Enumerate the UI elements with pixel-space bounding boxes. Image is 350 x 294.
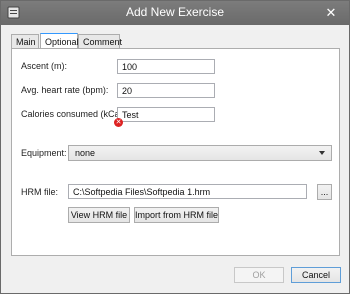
chevron-down-icon <box>319 151 325 155</box>
cancel-button[interactable]: Cancel <box>291 267 341 283</box>
hrm-file-field[interactable]: C:\Softpedia Files\Softpedia 1.hrm <box>68 184 307 199</box>
tab-main[interactable]: Main <box>11 34 39 48</box>
equipment-selected-value: none <box>75 148 96 158</box>
hrm-file-label: HRM file: <box>21 187 59 197</box>
browse-button[interactable]: ... <box>317 184 332 200</box>
calories-field[interactable]: Test <box>117 107 215 122</box>
ok-button[interactable]: OK <box>234 267 284 283</box>
close-icon[interactable]: ✕ <box>323 5 339 20</box>
ascent-label: Ascent (m): <box>21 61 68 71</box>
dialog-window: Add New Exercise ✕ Main Optional Comment… <box>0 0 350 294</box>
tab-comment[interactable]: Comment <box>78 34 122 48</box>
tab-optional[interactable]: Optional <box>40 33 79 49</box>
ascent-field[interactable]: 100 <box>117 59 215 74</box>
error-icon: ✕ <box>114 118 123 127</box>
view-hrm-button[interactable]: View HRM file <box>68 207 130 223</box>
window-title: Add New Exercise <box>125 5 225 19</box>
import-hrm-button[interactable]: Import from HRM file <box>134 207 219 223</box>
calories-label: Calories consumed (kCal): <box>21 109 128 119</box>
tab-panel-optional: Ascent (m): 100 Avg. heart rate (bpm): 2… <box>11 48 340 256</box>
title-bar[interactable]: Add New Exercise ✕ <box>1 1 349 25</box>
equipment-select[interactable]: none <box>68 145 332 161</box>
heart-rate-field[interactable]: 20 <box>117 83 215 98</box>
heart-rate-label: Avg. heart rate (bpm): <box>21 85 109 95</box>
equipment-label: Equipment: <box>21 148 67 158</box>
